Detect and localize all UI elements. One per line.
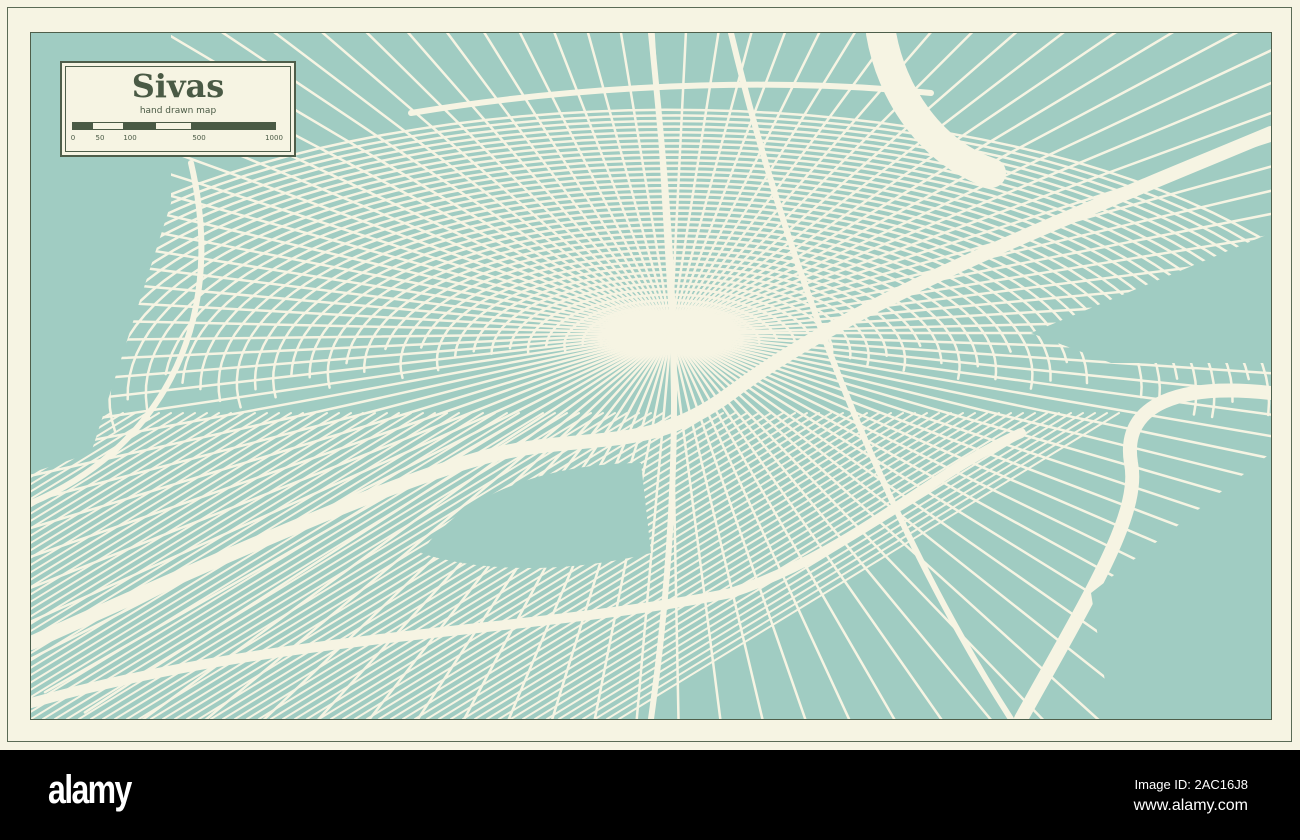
scale-bar: [72, 122, 276, 130]
footer-url: www.alamy.com: [1133, 797, 1248, 814]
scale-tick: 500: [192, 134, 206, 142]
map-subtitle: hand drawn map: [139, 106, 217, 116]
minor-street: [150, 412, 652, 719]
map-sheet: Sivas hand drawn map 0 50 100 500 1000: [0, 0, 1300, 750]
map-title: Sivas: [131, 67, 225, 105]
minor-street: [342, 412, 844, 719]
alamy-logo: alamy: [48, 768, 132, 812]
scale-tick: 100: [123, 134, 137, 142]
open-area: [1091, 453, 1271, 719]
minor-street: [606, 412, 1108, 719]
open-area: [421, 463, 651, 568]
map-legend: Sivas hand drawn map 0 50 100 500 1000: [60, 61, 296, 157]
minor-street: [162, 412, 664, 719]
minor-street: [510, 412, 1012, 719]
scale-tick: 1000: [265, 134, 283, 142]
scale-tick: 0: [70, 134, 76, 142]
minor-street: [522, 412, 1024, 719]
minor-street: [330, 412, 832, 719]
image-id: Image ID: 2AC16J8: [1134, 777, 1248, 792]
scale-tick: 50: [95, 134, 105, 142]
